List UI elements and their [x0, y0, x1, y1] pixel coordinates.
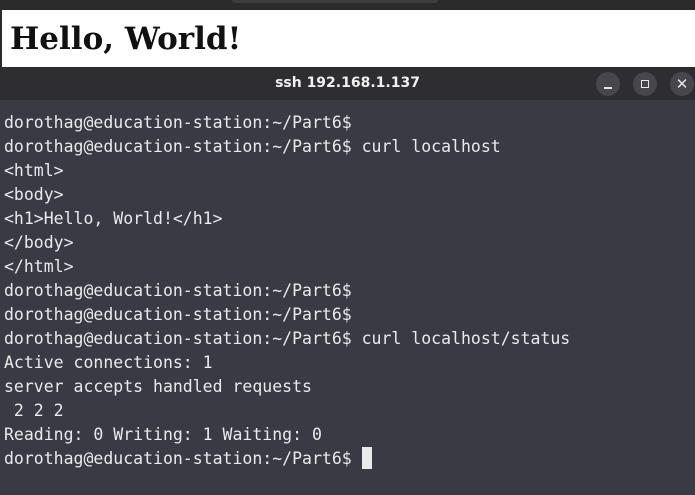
terminal-line: dorothag@education-station:~/Part6$ curl…	[4, 329, 571, 348]
close-button[interactable]: ✕	[670, 72, 694, 96]
terminal-line: 2 2 2	[4, 401, 64, 420]
maximize-icon	[641, 80, 649, 88]
terminal-line: server accepts handled requests	[4, 377, 312, 396]
terminal-titlebar[interactable]: ssh 192.168.1.137 ✕	[0, 67, 695, 100]
terminal-output[interactable]: dorothag@education-station:~/Part6$ doro…	[0, 100, 695, 495]
terminal-title: ssh 192.168.1.137	[275, 75, 420, 91]
browser-tab[interactable]	[232, 0, 438, 3]
terminal-line: dorothag@education-station:~/Part6$ curl…	[4, 137, 501, 156]
browser-page: Hello, World!	[2, 10, 695, 67]
terminal-line: <body>	[4, 185, 64, 204]
close-icon: ✕	[675, 74, 689, 93]
minimize-icon	[604, 87, 612, 89]
minimize-button[interactable]	[596, 72, 620, 96]
page-heading: Hello, World!	[10, 21, 242, 57]
terminal-window: ssh 192.168.1.137 ✕ dorothag@education-s…	[0, 67, 695, 495]
terminal-line: </body>	[4, 233, 74, 252]
terminal-cursor	[361, 447, 372, 469]
maximize-button[interactable]	[633, 72, 657, 96]
terminal-line: Reading: 0 Writing: 1 Waiting: 0	[4, 425, 322, 444]
terminal-line: Active connections: 1	[4, 353, 213, 372]
terminal-line: dorothag@education-station:~/Part6$	[4, 305, 352, 324]
browser-tab-strip	[0, 0, 695, 10]
terminal-line: dorothag@education-station:~/Part6$	[4, 281, 352, 300]
terminal-prompt: dorothag@education-station:~/Part6$	[4, 449, 362, 468]
terminal-line: <h1>Hello, World!</h1>	[4, 209, 223, 228]
terminal-line: dorothag@education-station:~/Part6$	[4, 113, 352, 132]
terminal-prompt-line[interactable]: dorothag@education-station:~/Part6$	[4, 447, 695, 471]
terminal-line: <html>	[4, 161, 64, 180]
terminal-line: </html>	[4, 257, 74, 276]
